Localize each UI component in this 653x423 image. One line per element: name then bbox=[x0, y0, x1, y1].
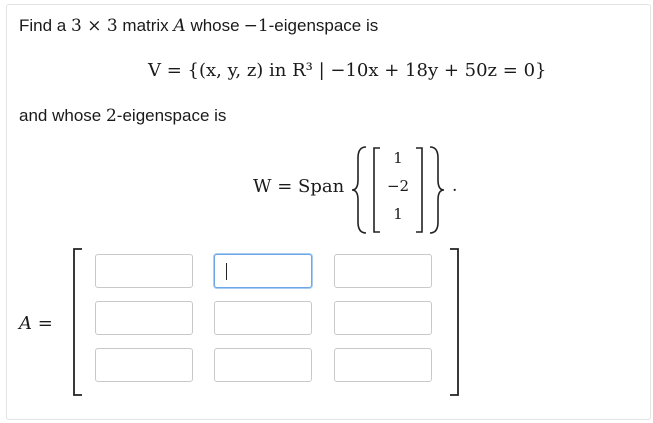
matrix-input-r3c3[interactable] bbox=[334, 348, 432, 382]
set-v-equation: V = {(x, y, z) in R³ | −10x + 18y + 50z … bbox=[148, 60, 547, 81]
w-vector-entry-2: −2 bbox=[386, 177, 410, 195]
matrix-symbol: A bbox=[173, 16, 186, 36]
matrix-input-r1c2[interactable] bbox=[214, 254, 312, 288]
matrix-input-r2c1[interactable] bbox=[95, 301, 193, 335]
and-line: and whose 2-eigenspace is bbox=[19, 106, 226, 126]
eigenvalue-1: −1 bbox=[243, 16, 269, 36]
matrix-input-r2c3[interactable] bbox=[334, 301, 432, 335]
intro-end-text: -eigenspace is bbox=[268, 16, 379, 35]
intro-post-text: whose bbox=[190, 16, 240, 35]
matrix-input-r1c1[interactable] bbox=[95, 254, 193, 288]
intro-mid-text: matrix bbox=[122, 16, 169, 35]
eigenvalue-2: 2 bbox=[105, 106, 117, 126]
and-text: and whose bbox=[19, 106, 102, 125]
w-vector-entry-3: 1 bbox=[393, 205, 403, 223]
matrix-input-r3c2[interactable] bbox=[214, 348, 312, 382]
matrix-input-r3c1[interactable] bbox=[95, 348, 193, 382]
matrix-input-r1c3[interactable] bbox=[334, 254, 432, 288]
w-vector-entry-1: 1 bbox=[393, 149, 403, 167]
period: . bbox=[452, 176, 458, 196]
intro-dimension: 3 × 3 bbox=[70, 16, 118, 36]
w-span-label: W = Span bbox=[253, 176, 345, 197]
intro-pre-text: Find a bbox=[19, 16, 67, 35]
intro-line: Find a 3 × 3 matrix A whose −1-eigenspace… bbox=[19, 16, 378, 36]
matrix-a-label: A = bbox=[19, 313, 53, 334]
matrix-input-r2c2[interactable] bbox=[214, 301, 312, 335]
and-end-text: -eigenspace is bbox=[116, 106, 227, 125]
text-caret bbox=[226, 263, 227, 280]
